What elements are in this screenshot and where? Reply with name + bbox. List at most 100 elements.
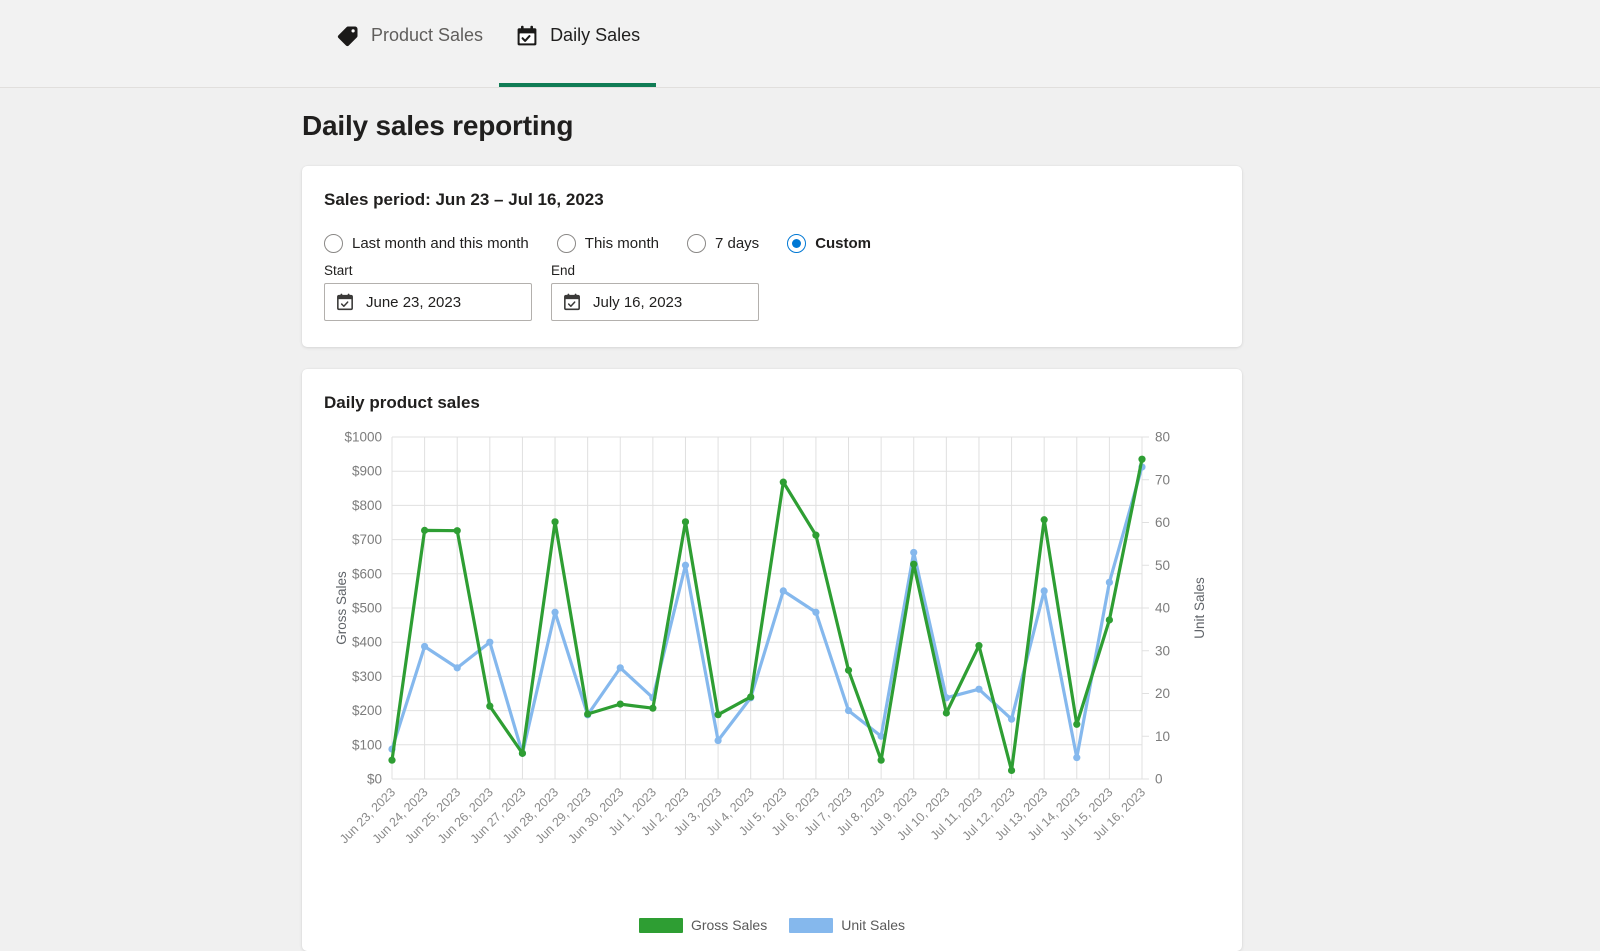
sales-period-heading: Sales period: Jun 23 – Jul 16, 2023 <box>324 190 604 209</box>
data-point <box>910 548 918 557</box>
page-content: Daily sales reporting Sales period: Jun … <box>0 88 1600 951</box>
custom-date-range: Start June 23, 2023 End July 16, 2023 <box>324 263 1220 321</box>
data-point <box>681 561 690 569</box>
tab-daily-sales[interactable]: Daily Sales <box>499 0 657 87</box>
y-axis-right-tick: 20 <box>1155 686 1170 701</box>
data-point <box>453 664 461 672</box>
calendar-check-icon <box>562 292 582 312</box>
chart-area: $0 $100 $200 $300 $400 $500 $600 $700 $800 $900 $1… <box>324 423 1220 923</box>
data-point <box>421 642 429 651</box>
data-point <box>714 736 722 745</box>
radio-7-days[interactable]: 7 days <box>686 234 760 253</box>
radio-label: 7 days <box>714 235 760 252</box>
y-axis-left-tick: $900 <box>352 464 382 479</box>
series-line-unit-sales <box>390 465 1144 760</box>
y-axis-right-tick: 60 <box>1155 515 1170 530</box>
data-point <box>1105 616 1113 624</box>
data-point <box>421 526 429 534</box>
y-axis-right-tick: 50 <box>1155 558 1170 573</box>
data-point <box>388 756 396 764</box>
data-point <box>1138 455 1146 463</box>
radio-dot <box>686 234 706 253</box>
y-axis-left-tick: $300 <box>352 669 382 684</box>
radio-dot <box>556 234 576 253</box>
radio-custom[interactable]: Custom <box>787 234 871 253</box>
data-point <box>877 756 885 764</box>
radio-label: Last month and this month <box>352 235 529 252</box>
data-point <box>649 704 657 712</box>
data-point <box>1105 578 1113 586</box>
data-point <box>584 710 592 718</box>
y-axis-left-tick: $800 <box>352 498 382 513</box>
start-date-label: Start <box>324 263 353 278</box>
data-point <box>1073 720 1081 728</box>
radio-last-month-and-this-month[interactable]: Last month and this month <box>324 234 529 253</box>
chart-title: Daily product sales <box>324 393 480 412</box>
radio-label: This month <box>584 235 659 252</box>
start-date-input[interactable]: June 23, 2023 <box>324 283 532 321</box>
daily-product-sales-card: Daily product sales $0 $100 $200 $300 $400 $5… <box>302 369 1242 951</box>
y-axis-left-tick: $700 <box>352 532 382 547</box>
y-axis-right-tick: 40 <box>1155 601 1170 616</box>
y-axis-right-tick: 30 <box>1155 643 1170 658</box>
data-point <box>1073 754 1081 762</box>
radio-dot <box>324 234 343 253</box>
data-point <box>616 700 624 708</box>
data-point <box>1007 715 1016 723</box>
y-axis-right-tick: 80 <box>1155 430 1170 445</box>
period-radio-group: Last month and this month This month 7 d… <box>324 234 1220 253</box>
data-point <box>910 560 918 568</box>
radio-this-month[interactable]: This month <box>556 234 659 253</box>
data-point <box>1040 587 1048 595</box>
y-axis-left-tick: $0 <box>367 772 382 787</box>
end-date-input[interactable]: July 16, 2023 <box>551 283 759 321</box>
data-point <box>779 587 787 595</box>
calendar-check-icon <box>515 24 539 48</box>
data-point <box>486 702 494 710</box>
daily-product-sales-chart: $0 $100 $200 $300 $400 $500 $600 $700 $800 $900 $1… <box>334 430 1207 847</box>
data-point <box>551 608 559 616</box>
data-point <box>1040 516 1048 524</box>
data-point <box>616 664 624 672</box>
data-point <box>975 685 983 693</box>
data-point <box>681 518 690 526</box>
y-axis-left-tick: $600 <box>352 566 382 581</box>
y-axis-left-tick: $200 <box>352 703 382 718</box>
tab-label-daily-sales: Daily Sales <box>550 25 641 45</box>
data-point <box>518 749 527 757</box>
page-title: Daily sales reporting <box>302 110 574 141</box>
start-date-value: June 23, 2023 <box>366 293 462 311</box>
data-point <box>844 707 853 715</box>
data-point <box>747 693 755 701</box>
series-line-gross-sales <box>390 457 1144 773</box>
data-point <box>844 666 853 674</box>
tab-product-sales[interactable]: Product Sales <box>320 0 499 87</box>
data-point <box>812 531 820 539</box>
data-point <box>812 608 820 616</box>
data-point <box>779 478 787 486</box>
sales-period-card: Sales period: Jun 23 – Jul 16, 2023 Last… <box>302 166 1242 347</box>
y-axis-left-tick: $1000 <box>344 430 382 445</box>
y-axis-left-tick: $500 <box>352 601 382 616</box>
end-date-value: July 16, 2023 <box>593 293 683 311</box>
start-date-group: Start June 23, 2023 <box>324 263 532 321</box>
end-date-label: End <box>551 263 576 278</box>
data-point <box>453 527 461 535</box>
data-point <box>975 642 983 650</box>
data-point <box>551 518 559 526</box>
radio-dot <box>787 234 807 253</box>
radio-label: Custom <box>815 235 872 252</box>
tab-bar: Product Sales Daily Sales <box>0 0 1600 88</box>
y-axis-left-tick: $100 <box>352 737 382 752</box>
calendar-check-icon <box>335 292 355 312</box>
data-point <box>486 638 494 646</box>
y-axis-left-title: Gross Sales <box>334 571 349 645</box>
y-axis-right-tick: 70 <box>1155 472 1170 487</box>
data-point <box>714 711 722 719</box>
data-point <box>1007 766 1016 775</box>
y-axis-left-tick: $400 <box>352 635 382 650</box>
y-axis-right-tick: 10 <box>1155 729 1170 744</box>
y-axis-right-tick: 0 <box>1155 772 1163 787</box>
tab-label-product-sales: Product Sales <box>371 25 484 45</box>
end-date-group: End July 16, 2023 <box>551 263 759 321</box>
